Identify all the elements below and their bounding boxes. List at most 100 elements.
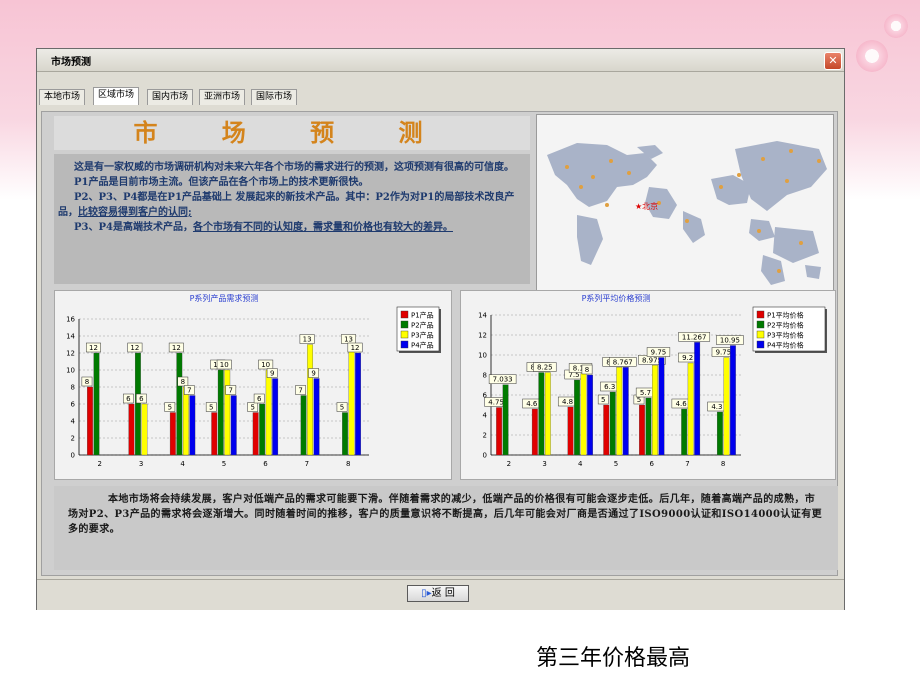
x-tick-label: 8 xyxy=(721,460,725,468)
data-label: 9 xyxy=(311,370,315,378)
bar xyxy=(694,342,701,456)
x-tick-label: 2 xyxy=(97,460,101,468)
data-label: 10 xyxy=(261,361,270,369)
page-title: 市 场 预 测 xyxy=(54,116,530,150)
bar xyxy=(272,378,279,456)
data-label: 7 xyxy=(187,387,191,395)
intro-text-span: P3、P4是高端技术产品， xyxy=(74,222,193,233)
bar xyxy=(307,344,314,456)
bar xyxy=(355,352,361,456)
data-label: 8.25 xyxy=(537,364,553,372)
y-tick-label: 12 xyxy=(66,350,75,358)
bar xyxy=(716,411,723,456)
world-map: ★北京 xyxy=(536,114,834,292)
forecast-panel: 市 场 预 测 这是有一家权威的市场调研机构对未来六年各个市场的需求进行的预测，… xyxy=(41,111,838,576)
data-label: 5 xyxy=(340,404,344,412)
data-label: 12 xyxy=(172,344,181,352)
data-label: 9 xyxy=(270,370,274,378)
decorative-flower xyxy=(884,14,908,38)
data-label: 8.767 xyxy=(613,358,633,366)
data-label: 12 xyxy=(351,344,360,352)
window-title: 市场预测 xyxy=(51,57,91,68)
legend-label: P1平均价格 xyxy=(767,311,804,320)
intro-underlined-text: 各个市场有不同的认知度，需求量和价格也有较大的差异。 xyxy=(192,222,453,233)
intro-text: 这是有一家权威的市场调研机构对未来六年各个市场的需求进行的预测，这项预测有很高的… xyxy=(54,154,530,284)
y-tick-label: 12 xyxy=(478,332,487,340)
bar xyxy=(128,403,135,456)
data-label: 12 xyxy=(130,344,139,352)
y-tick-label: 4 xyxy=(483,412,488,420)
bar xyxy=(587,374,593,456)
data-label: 13 xyxy=(303,336,312,344)
legend-label: P3产品 xyxy=(411,331,434,340)
data-label: 8 xyxy=(85,378,89,386)
data-label: 4.75 xyxy=(488,399,504,407)
close-button[interactable]: ✕ xyxy=(824,52,842,70)
data-label: 5 xyxy=(168,404,172,412)
bar xyxy=(609,391,616,456)
data-label: 9.2 xyxy=(682,354,693,362)
bar xyxy=(616,367,623,456)
price-chart-svg: P系列平均价格预测024681012142 3 4 5 6 7 84.75 4.6 4.8 5 57… xyxy=(478,293,827,468)
bar xyxy=(230,395,237,456)
legend-label: P4产品 xyxy=(411,341,434,350)
y-tick-label: 8 xyxy=(71,384,75,392)
bar xyxy=(729,345,736,456)
back-button[interactable]: ▯▸返 回 xyxy=(407,585,469,602)
decorative-flower xyxy=(856,40,888,72)
price-chart: P系列平均价格预测 0 2 4 6 8 10 12 14 2 3 4 5 6 7 8 4.75 4.6 4.8 5 5 7… xyxy=(460,290,836,480)
chart-title: P系列产品需求预测 xyxy=(190,293,259,303)
data-label: 5.7 xyxy=(640,389,651,397)
legend-label: P3平均价格 xyxy=(767,331,804,340)
data-label: 4.8 xyxy=(562,398,573,406)
bar xyxy=(189,395,196,456)
bar xyxy=(87,386,93,456)
y-tick-label: 8 xyxy=(483,372,487,380)
data-label: 7.033 xyxy=(493,376,513,384)
data-label: 10.95 xyxy=(720,337,740,345)
x-tick-label: 6 xyxy=(649,460,654,468)
x-tick-label: 3 xyxy=(139,460,143,468)
bar xyxy=(141,403,148,456)
data-label: 9.75 xyxy=(716,349,732,357)
bar xyxy=(658,357,665,456)
legend-swatch xyxy=(400,320,409,329)
tab-international[interactable]: 国际市场 xyxy=(251,89,298,105)
bar xyxy=(182,386,189,456)
y-tick-label: 0 xyxy=(71,452,75,460)
demand-chart-svg: P系列产品需求预测02468101214162 3 4 5 6 7 8865 5 512 12 12… xyxy=(66,293,441,468)
bar xyxy=(645,397,652,456)
tab-domestic[interactable]: 国内市场 xyxy=(147,89,194,105)
tab-regional[interactable]: 区域市场 xyxy=(93,87,140,105)
bar xyxy=(502,384,509,456)
bar xyxy=(313,378,320,456)
bar xyxy=(681,408,688,456)
legend-label: P2平均价格 xyxy=(767,321,804,330)
x-tick-label: 8 xyxy=(346,460,350,468)
legend-swatch xyxy=(756,330,765,339)
tab-local[interactable]: 本地市场 xyxy=(39,89,86,105)
data-label: 5 xyxy=(601,396,605,404)
world-map-graphic: ★北京 xyxy=(537,115,833,291)
y-tick-label: 2 xyxy=(483,432,487,440)
x-tick-label: 7 xyxy=(685,460,689,468)
y-tick-label: 10 xyxy=(478,352,487,360)
tab-asia[interactable]: 亚洲市场 xyxy=(199,89,246,105)
data-label: 8 xyxy=(181,378,185,386)
legend-label: P4平均价格 xyxy=(767,341,804,350)
data-label: 4.3 xyxy=(711,403,722,411)
y-tick-label: 16 xyxy=(66,316,75,324)
intro-underlined-text: 比较容易得到客户的认同; xyxy=(78,207,192,218)
intro-paragraph: P1产品是目前市场主流。但该产品在各个市场上的技术更新很快。 xyxy=(74,177,369,188)
bar xyxy=(723,357,730,456)
data-label: 11.267 xyxy=(682,333,707,341)
legend-label: P2产品 xyxy=(411,321,434,330)
legend-label: P1产品 xyxy=(411,311,434,320)
data-label: 12 xyxy=(89,344,98,352)
data-label: 6.3 xyxy=(604,383,615,391)
bar xyxy=(531,408,538,456)
y-tick-label: 4 xyxy=(71,418,76,426)
data-label: 4.6 xyxy=(676,400,688,408)
bar xyxy=(622,367,629,456)
x-tick-label: 6 xyxy=(263,460,268,468)
